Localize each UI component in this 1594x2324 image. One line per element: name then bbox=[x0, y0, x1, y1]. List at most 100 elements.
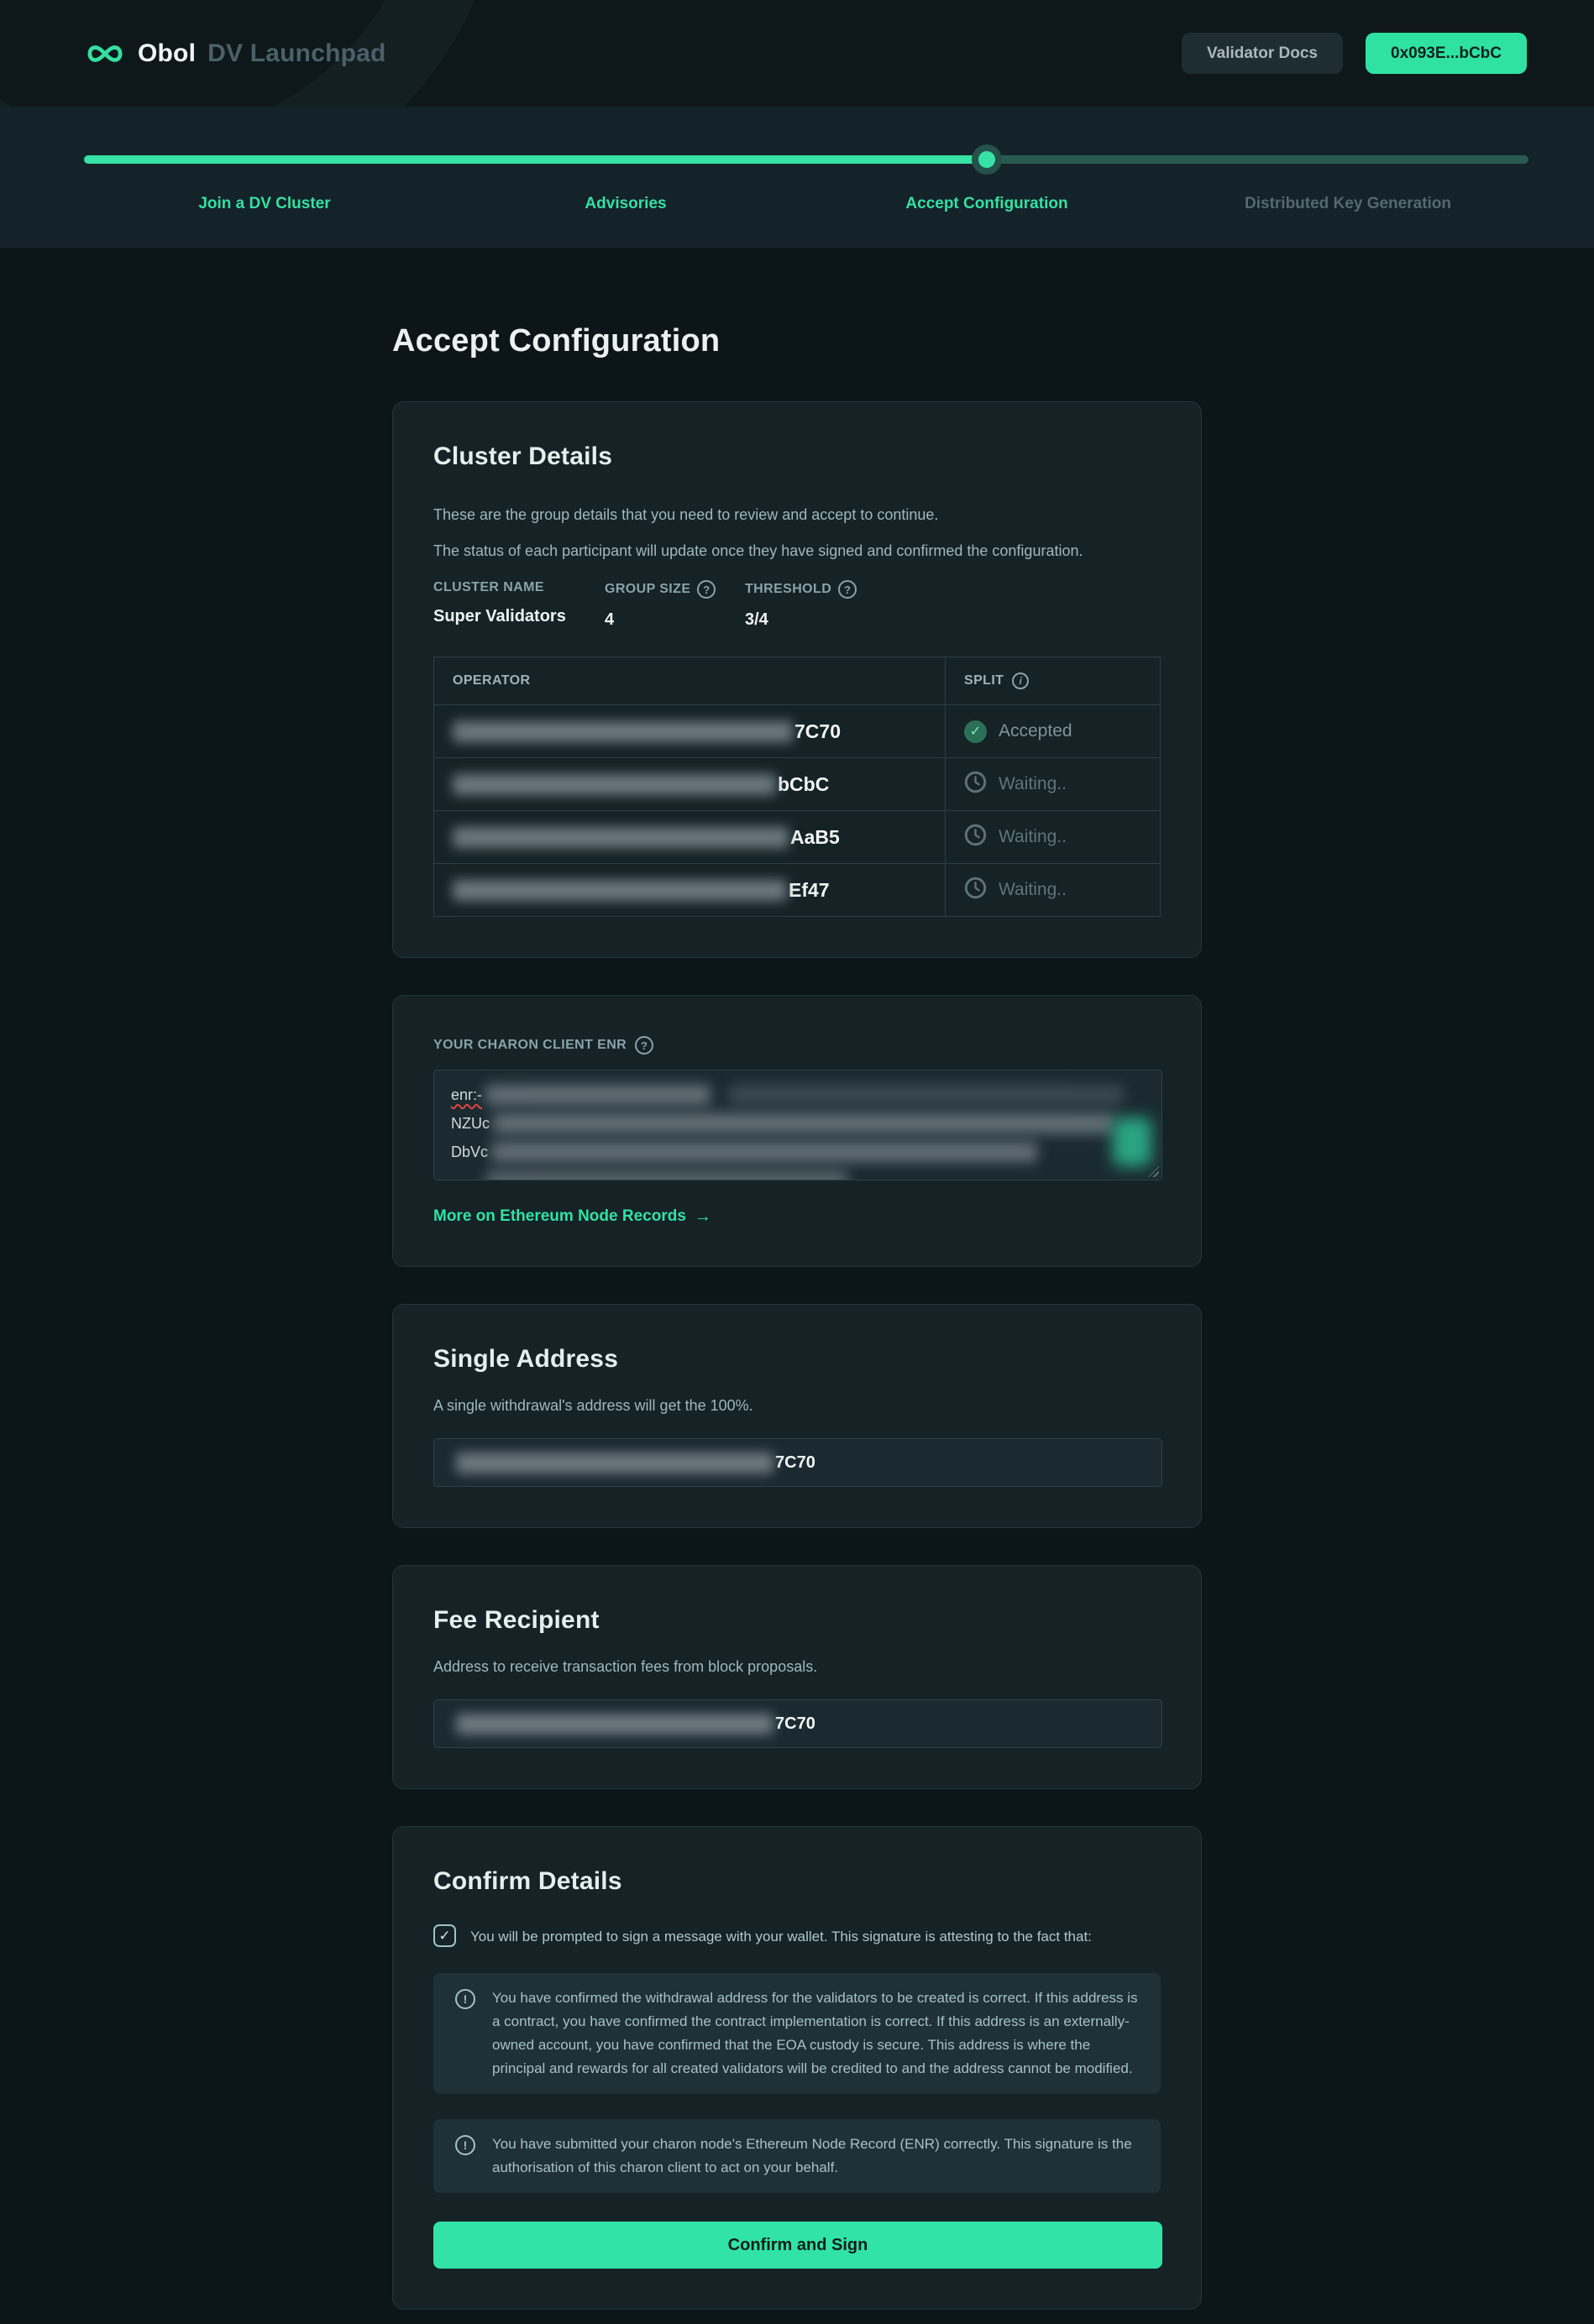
enr-line3-prefix: DbVc bbox=[451, 1144, 488, 1161]
enr-docs-link[interactable]: More on Ethereum Node Records → bbox=[433, 1207, 711, 1226]
split-cell: ✓ Accepted bbox=[946, 705, 1160, 757]
charon-enr-card: YOUR CHARON CLIENT ENR ? enr:- NZUc DbVc bbox=[392, 995, 1202, 1267]
operator-cell: 7C70 bbox=[434, 705, 946, 757]
cluster-details-title: Cluster Details bbox=[433, 442, 1161, 471]
split-cell: Waiting.. bbox=[946, 864, 1160, 916]
brand-title: Obol bbox=[138, 39, 196, 68]
brand-subtitle: DV Launchpad bbox=[207, 39, 385, 68]
validator-docs-button[interactable]: Validator Docs bbox=[1182, 33, 1343, 74]
checkbox-check-icon: ✓ bbox=[438, 1928, 450, 1945]
operators-table: OPERATOR SPLIT i 7C70 ✓ Accepted bbox=[433, 657, 1161, 917]
progress-fill bbox=[84, 155, 987, 164]
fee-recipient-description: Address to receive transaction fees from… bbox=[433, 1657, 1161, 1678]
split-header-cell: SPLIT bbox=[964, 673, 1004, 688]
enr-line bbox=[451, 1168, 1145, 1180]
split-cell: Waiting.. bbox=[946, 758, 1160, 810]
status-badge: ✓ Accepted bbox=[964, 720, 1072, 743]
table-row: AaB5 Waiting.. bbox=[434, 810, 1160, 863]
cluster-summary: CLUSTER NAME Super Validators GROUP SIZE… bbox=[433, 580, 1161, 630]
withdrawal-address-input[interactable]: 7C70 bbox=[433, 1438, 1162, 1487]
step-accept-configuration[interactable]: Accept Configuration bbox=[806, 195, 1167, 213]
step-distributed-key-generation[interactable]: Distributed Key Generation bbox=[1167, 195, 1528, 213]
operator-address-suffix: Ef47 bbox=[789, 879, 830, 902]
status-text: Waiting.. bbox=[999, 880, 1067, 900]
enr-textarea[interactable]: enr:- NZUc DbVc bbox=[433, 1070, 1162, 1180]
group-size-value: 4 bbox=[605, 610, 745, 630]
enr-redacted-segment bbox=[729, 1085, 1124, 1105]
single-address-description: A single withdrawal's address will get t… bbox=[433, 1395, 1161, 1416]
status-waiting-icon bbox=[964, 824, 987, 851]
cluster-name-label: CLUSTER NAME bbox=[433, 580, 544, 595]
threshold-label: THRESHOLD bbox=[745, 582, 831, 597]
enr-help-icon[interactable]: ? bbox=[635, 1036, 653, 1055]
address-redacted bbox=[456, 1452, 773, 1473]
enr-line: DbVc bbox=[451, 1139, 1145, 1165]
operator-address-suffix: bCbC bbox=[778, 773, 829, 796]
fee-recipient-address-input[interactable]: 7C70 bbox=[433, 1699, 1162, 1748]
threshold-column: THRESHOLD ? 3/4 bbox=[745, 580, 1161, 630]
enr-redacted-segment bbox=[493, 1113, 1114, 1133]
enr-redacted-segment bbox=[491, 1142, 1037, 1162]
header-actions: Validator Docs 0x093E...bCbC bbox=[1182, 33, 1527, 74]
progress-stepper: Join a DV Cluster Advisories Accept Conf… bbox=[0, 107, 1594, 248]
status-badge: Waiting.. bbox=[964, 771, 1067, 798]
address-redacted bbox=[456, 1714, 773, 1735]
enr-label: YOUR CHARON CLIENT ENR bbox=[433, 1038, 627, 1053]
enr-line: NZUc bbox=[451, 1111, 1145, 1136]
textarea-resize-handle-icon[interactable] bbox=[1148, 1166, 1159, 1177]
enr-line: enr:- bbox=[451, 1082, 1145, 1107]
step-join-a-dv-cluster[interactable]: Join a DV Cluster bbox=[84, 195, 445, 213]
status-text: Accepted bbox=[999, 721, 1072, 741]
exclamation-icon: ! bbox=[455, 2135, 475, 2155]
confirm-details-title: Confirm Details bbox=[433, 1867, 1161, 1896]
enr-line1-prefix: enr:- bbox=[451, 1086, 482, 1104]
operator-cell: bCbC bbox=[434, 758, 946, 810]
enr-redacted-segment bbox=[486, 1170, 847, 1180]
signature-checkbox[interactable]: ✓ bbox=[433, 1924, 456, 1947]
operators-table-header: OPERATOR SPLIT i bbox=[434, 657, 1160, 704]
progress-dot bbox=[972, 144, 1002, 175]
operator-address-redacted bbox=[453, 880, 787, 901]
status-badge: Waiting.. bbox=[964, 824, 1067, 851]
fee-recipient-card: Fee Recipient Address to receive transac… bbox=[392, 1565, 1202, 1789]
cluster-description-2: The status of each participant will upda… bbox=[433, 541, 1161, 562]
operator-cell: AaB5 bbox=[434, 811, 946, 863]
status-accepted-icon: ✓ bbox=[964, 720, 987, 743]
threshold-help-icon[interactable]: ? bbox=[838, 580, 857, 599]
group-size-help-icon[interactable]: ? bbox=[697, 580, 716, 599]
status-waiting-icon bbox=[964, 771, 987, 798]
dv-launchpad-page: Obol DV Launchpad Validator Docs 0x093E.… bbox=[0, 0, 1594, 2324]
status-text: Waiting.. bbox=[999, 774, 1067, 794]
table-row: bCbC Waiting.. bbox=[434, 757, 1160, 810]
status-text: Waiting.. bbox=[999, 827, 1067, 847]
cluster-name-column: CLUSTER NAME Super Validators bbox=[433, 580, 605, 630]
cluster-description-1: These are the group details that you nee… bbox=[433, 505, 1161, 526]
split-cell: Waiting.. bbox=[946, 811, 1160, 863]
split-info-icon[interactable]: i bbox=[1012, 673, 1029, 689]
cluster-details-card: Cluster Details These are the group deta… bbox=[392, 401, 1202, 958]
signature-checkbox-label: You will be prompted to sign a message w… bbox=[470, 1924, 1092, 1948]
address-suffix: 7C70 bbox=[775, 1453, 815, 1473]
progress-bar bbox=[84, 144, 1528, 175]
threshold-value: 3/4 bbox=[745, 610, 1161, 630]
main-content: Accept Configuration Cluster Details The… bbox=[392, 248, 1202, 2310]
cluster-name-value: Super Validators bbox=[433, 607, 605, 626]
group-size-label: GROUP SIZE bbox=[605, 582, 690, 597]
fee-recipient-title: Fee Recipient bbox=[433, 1606, 1161, 1635]
wallet-address-button[interactable]: 0x093E...bCbC bbox=[1366, 33, 1527, 74]
address-suffix: 7C70 bbox=[775, 1714, 815, 1734]
operator-address-redacted bbox=[453, 774, 776, 795]
confirm-and-sign-button[interactable]: Confirm and Sign bbox=[433, 2222, 1162, 2269]
status-waiting-icon bbox=[964, 877, 987, 903]
exclamation-icon: ! bbox=[455, 1989, 475, 2009]
notice-text: You have submitted your charon node's Et… bbox=[492, 2133, 1139, 2180]
notice-box: ! You have submitted your charon node's … bbox=[433, 2119, 1161, 2193]
step-labels: Join a DV Cluster Advisories Accept Conf… bbox=[84, 195, 1528, 213]
single-address-card: Single Address A single withdrawal's add… bbox=[392, 1304, 1202, 1528]
operator-cell: Ef47 bbox=[434, 864, 946, 916]
signature-checkbox-row: ✓ You will be prompted to sign a message… bbox=[433, 1924, 1161, 1948]
app-header: Obol DV Launchpad Validator Docs 0x093E.… bbox=[0, 0, 1594, 107]
enr-selection-highlight bbox=[1113, 1118, 1151, 1166]
step-advisories[interactable]: Advisories bbox=[445, 195, 806, 213]
operator-address-suffix: AaB5 bbox=[790, 826, 840, 849]
